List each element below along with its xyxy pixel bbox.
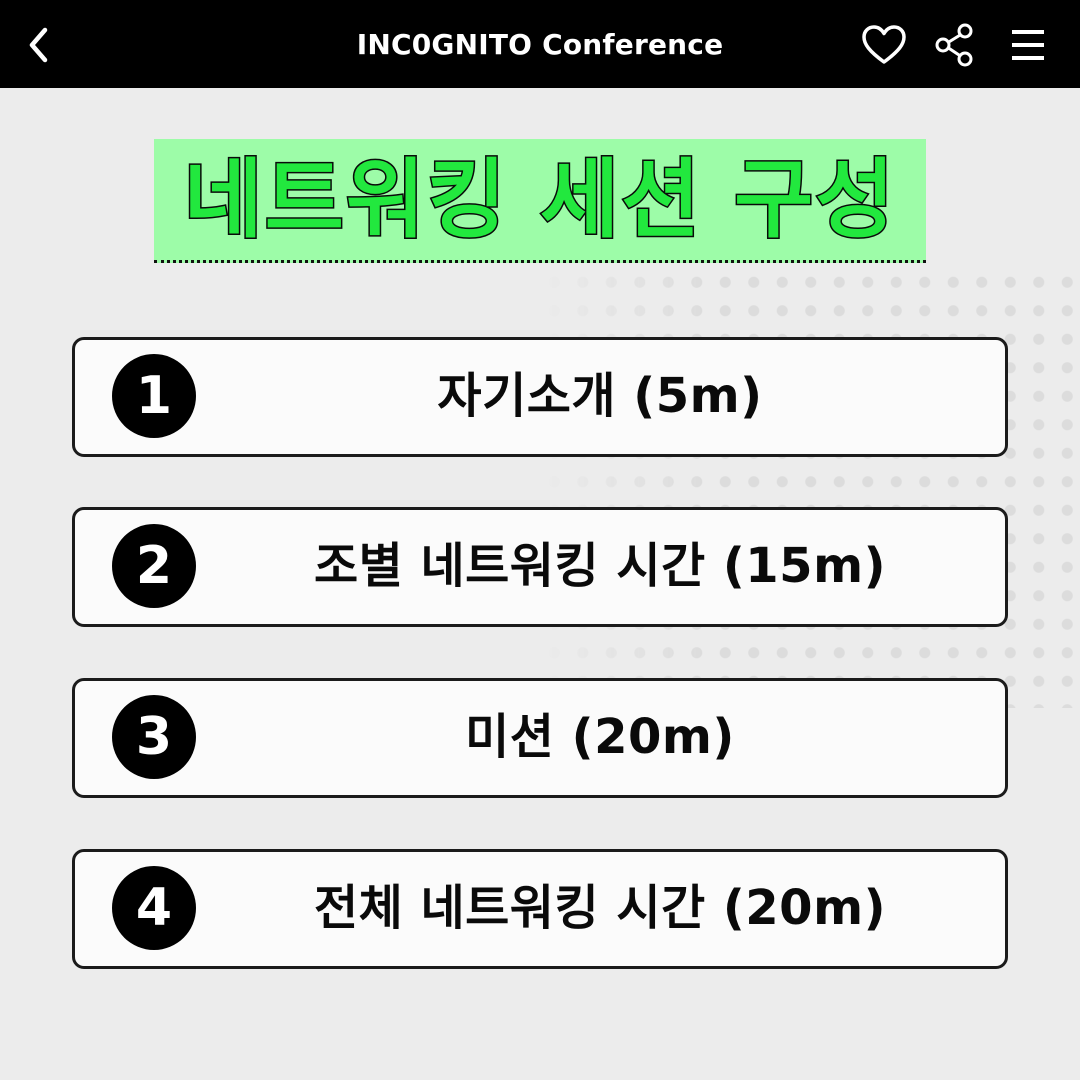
- number-badge: 4: [112, 866, 196, 950]
- session-label: 조별 네트워킹 시간 (15m): [313, 538, 887, 594]
- share-button[interactable]: [929, 20, 979, 70]
- app-title: INC0GNITO Conference: [356, 28, 724, 61]
- session-label: 자기소개 (5m): [437, 368, 763, 424]
- number-badge: 2: [112, 524, 196, 608]
- page-heading: 네트워킹 세션 구성: [182, 149, 897, 250]
- hamburger-menu-icon: [1012, 30, 1044, 60]
- top-bar: INC0GNITO Conference: [0, 0, 1080, 88]
- session-item-3: 3 미션 (20m): [72, 678, 1008, 798]
- session-label: 전체 네트워킹 시간 (20m): [313, 880, 887, 936]
- number-badge: 1: [112, 354, 196, 438]
- menu-button[interactable]: [1003, 20, 1053, 70]
- heart-icon: [862, 25, 906, 64]
- session-item-4: 4 전체 네트워킹 시간 (20m): [72, 849, 1008, 969]
- dot-pattern-decoration: [540, 268, 1080, 708]
- session-label: 미션 (20m): [465, 709, 735, 765]
- number-badge: 3: [112, 695, 196, 779]
- session-item-2: 2 조별 네트워킹 시간 (15m): [72, 507, 1008, 627]
- page-heading-highlight: 네트워킹 세션 구성: [154, 139, 926, 263]
- share-icon: [935, 23, 973, 67]
- session-item-1: 1 자기소개 (5m): [72, 337, 1008, 457]
- like-button[interactable]: [859, 20, 909, 70]
